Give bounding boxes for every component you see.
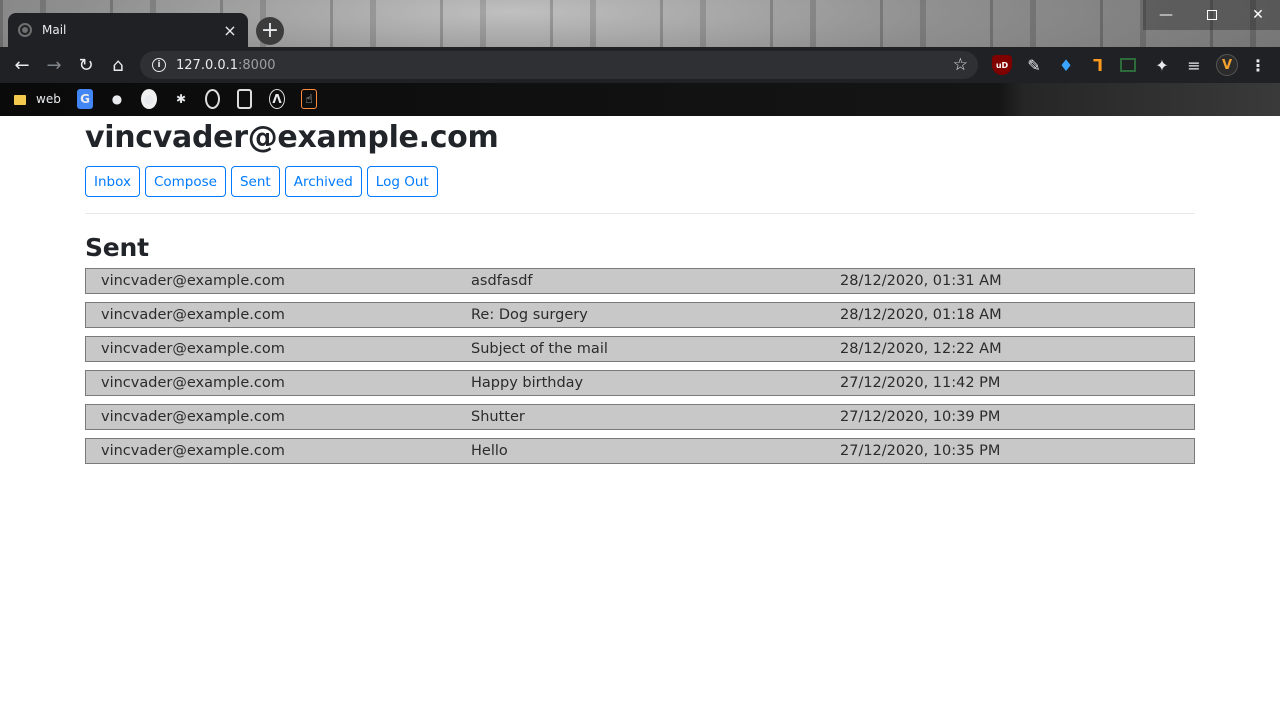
email-sender: vincvader@example.com — [101, 307, 285, 323]
email-subject: Hello — [471, 443, 508, 459]
url-host: 127.0.0.1 — [176, 57, 239, 73]
maximize-icon — [1207, 10, 1217, 20]
email-row[interactable]: vincvader@example.com asdfasdf 28/12/202… — [85, 268, 1195, 294]
tab-strip: Mail × + — ✕ — [0, 0, 1280, 47]
maximize-button[interactable] — [1189, 0, 1235, 30]
email-row[interactable]: vincvader@example.com Re: Dog surgery 28… — [85, 302, 1195, 328]
email-sender: vincvader@example.com — [101, 375, 285, 391]
logout-button[interactable]: Log Out — [366, 166, 438, 197]
email-row[interactable]: vincvader@example.com Happy birthday 27/… — [85, 370, 1195, 396]
tv-bookmark-icon[interactable] — [237, 89, 252, 109]
profile-avatar[interactable]: V — [1216, 54, 1238, 76]
email-timestamp: 27/12/2020, 10:35 PM — [840, 443, 1001, 459]
user-email-heading: vincvader@example.com — [85, 120, 499, 155]
lambda-bookmark-icon[interactable]: Λ — [269, 89, 285, 109]
email-subject: Shutter — [471, 409, 525, 425]
sent-button[interactable]: Sent — [230, 166, 280, 197]
mailbox-title: Sent — [85, 233, 149, 262]
inbox-button[interactable]: Inbox — [85, 166, 140, 197]
email-list: vincvader@example.com asdfasdf 28/12/202… — [85, 268, 1195, 464]
email-sender: vincvader@example.com — [101, 273, 285, 289]
email-sender: vincvader@example.com — [101, 409, 285, 425]
email-subject: asdfasdf — [471, 273, 533, 289]
back-button[interactable]: ← — [8, 51, 36, 79]
email-sender: vincvader@example.com — [101, 443, 285, 459]
info-icon[interactable]: i — [152, 58, 166, 72]
gem-extension-icon[interactable]: ♦ — [1056, 55, 1076, 75]
mail-app: vincvader@example.com Inbox Compose Sent… — [85, 116, 1195, 472]
translate-bookmark-icon[interactable]: G — [77, 89, 93, 109]
email-row[interactable]: vincvader@example.com Subject of the mai… — [85, 336, 1195, 362]
ublock-extension-icon[interactable]: uD — [992, 55, 1012, 75]
email-timestamp: 27/12/2020, 10:39 PM — [840, 409, 1001, 425]
bookmark-folder-label: web — [36, 92, 61, 106]
profile-initial: V — [1221, 57, 1233, 73]
bookmark-folder-web[interactable]: web — [14, 89, 61, 109]
minimize-button[interactable]: — — [1143, 0, 1189, 30]
forward-button[interactable]: → — [40, 51, 68, 79]
tool-extension-icon[interactable]: ᒣ — [1088, 55, 1108, 75]
reload-button[interactable]: ↻ — [72, 51, 100, 79]
home-button[interactable]: ⌂ — [104, 51, 132, 79]
address-bar[interactable]: i 127.0.0.1 :8000 ☆ — [140, 51, 978, 79]
media-control-icon[interactable]: ≡ — [1184, 55, 1204, 75]
hand-bookmark-icon[interactable]: ☝ — [301, 89, 317, 109]
bookmark-star-icon[interactable]: ☆ — [953, 55, 968, 75]
star-bookmark-icon[interactable]: ✱ — [173, 89, 189, 109]
compose-button[interactable]: Compose — [144, 166, 226, 197]
folder-icon — [14, 95, 26, 105]
email-subject: Happy birthday — [471, 375, 584, 391]
tab-mail[interactable]: Mail × — [8, 13, 248, 47]
browser-toolbar: ← → ↻ ⌂ i 127.0.0.1 :8000 ☆ uD ✎ ♦ ᒣ ✦ ≡… — [0, 47, 1280, 83]
email-timestamp: 28/12/2020, 01:31 AM — [840, 273, 1002, 289]
menu-icon[interactable]: ⋮ — [1248, 55, 1268, 75]
tab-title: Mail — [42, 23, 67, 37]
frame-extension-icon[interactable] — [1120, 58, 1136, 72]
close-window-button[interactable]: ✕ — [1235, 0, 1280, 30]
maps-bookmark-icon[interactable]: ● — [109, 89, 125, 109]
email-row[interactable]: vincvader@example.com Shutter 27/12/2020… — [85, 404, 1195, 430]
circle-bookmark-icon[interactable] — [205, 89, 220, 109]
ublock-label: uD — [995, 60, 1009, 70]
mail-nav: Inbox Compose Sent Archived Log Out — [85, 166, 1195, 198]
email-row[interactable]: vincvader@example.com Hello 27/12/2020, … — [85, 438, 1195, 464]
new-tab-button[interactable]: + — [256, 17, 284, 45]
reddit-bookmark-icon[interactable]: ● — [141, 89, 157, 109]
browser-chrome: Mail × + — ✕ ← → ↻ ⌂ i 127.0.0.1 :8000 ☆… — [0, 0, 1280, 116]
puzzle-icon[interactable]: ✦ — [1152, 55, 1172, 75]
email-sender: vincvader@example.com — [101, 341, 285, 357]
email-timestamp: 28/12/2020, 12:22 AM — [840, 341, 1002, 357]
divider — [85, 213, 1195, 214]
email-timestamp: 27/12/2020, 11:42 PM — [840, 375, 1001, 391]
url-port: :8000 — [238, 57, 276, 73]
email-subject: Subject of the mail — [471, 341, 608, 357]
archived-button[interactable]: Archived — [284, 166, 362, 197]
email-subject: Re: Dog surgery — [471, 307, 588, 323]
email-timestamp: 28/12/2020, 01:18 AM — [840, 307, 1002, 323]
extension-icon[interactable]: ✎ — [1024, 55, 1044, 75]
globe-icon — [18, 23, 32, 37]
bookmarks-bar: web G ● ● ✱ Λ ☝ — [0, 83, 1280, 116]
close-icon[interactable]: × — [222, 21, 238, 40]
